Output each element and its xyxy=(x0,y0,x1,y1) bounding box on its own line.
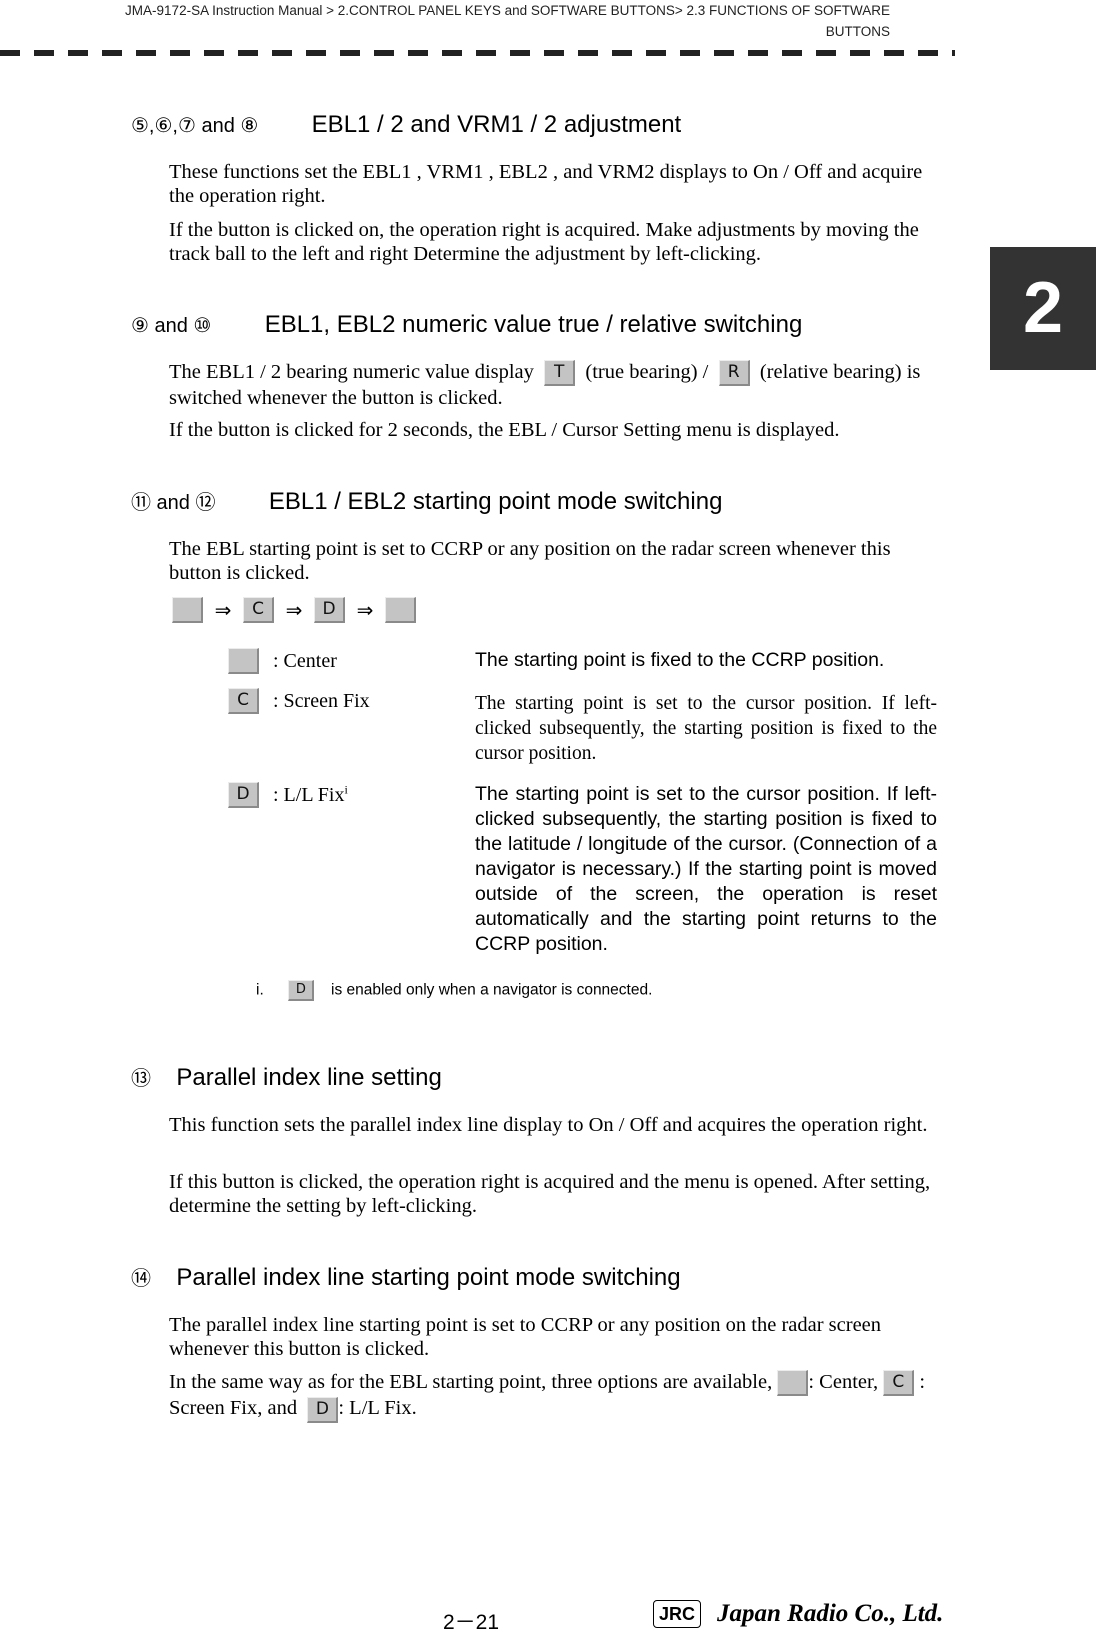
company-logo: JRC Japan Radio Co., Ltd. xyxy=(653,1600,943,1628)
footnote: i. D is enabled only when a navigator is… xyxy=(256,980,652,1001)
footnote-mark: i xyxy=(344,782,348,797)
text: (true bearing) / xyxy=(585,361,709,383)
section-heading-parallel-index-starting-point: ⑭ Parallel index line starting point mod… xyxy=(131,1263,681,1294)
paragraph: If the button is clicked on, the operati… xyxy=(169,219,919,265)
section-numbers: ⑤,⑥,⑦ and ⑧ xyxy=(131,115,259,137)
screen-fix-mode-button[interactable]: C xyxy=(883,1370,915,1397)
option-label-text: : L/L Fix xyxy=(273,784,345,807)
header-breadcrumb-continued: BUTTONS xyxy=(825,24,890,39)
section-numbers: ⑨ and ⑩ xyxy=(131,315,212,337)
text: In the same way as for the EBL starting … xyxy=(169,1371,773,1393)
center-mode-button[interactable] xyxy=(777,1370,809,1397)
arrow-icon: ⇒ xyxy=(356,597,374,622)
screen-fix-mode-button[interactable]: C xyxy=(228,688,259,714)
ll-fix-mode-button[interactable]: D xyxy=(288,980,315,1001)
text: : L/L Fix. xyxy=(338,1397,417,1420)
option-label: : Screen Fix xyxy=(273,689,370,712)
text: The EBL1 / 2 bearing numeric value displ… xyxy=(169,361,534,383)
section-numbers: ⑭ xyxy=(131,1268,151,1290)
section-numbers: ⑪ and ⑫ xyxy=(131,492,216,514)
option-description: The starting point is fixed to the CCRP … xyxy=(475,649,885,671)
section-numbers: ⑬ xyxy=(131,1068,151,1090)
arrow-icon: ⇒ xyxy=(214,597,232,622)
chapter-tab: 2 xyxy=(990,247,1096,370)
paragraph: If the button is clicked for 2 seconds, … xyxy=(169,419,840,441)
option-label: : L/L Fixi xyxy=(273,782,348,807)
page-number: 2－21 xyxy=(443,1611,500,1634)
section-title: EBL1 / 2 and VRM1 / 2 adjustment xyxy=(311,111,682,138)
paragraph: The EBL1 / 2 bearing numeric value displ… xyxy=(169,360,944,410)
center-mode-button[interactable] xyxy=(385,596,416,623)
true-bearing-button[interactable]: T xyxy=(544,360,576,387)
screen-fix-mode-button[interactable]: C xyxy=(243,596,274,623)
section-heading-starting-point-mode: ⑪ and ⑫ EBL1 / EBL2 starting point mode … xyxy=(131,487,722,518)
paragraph: This function sets the parallel index li… xyxy=(169,1114,928,1136)
section-heading-true-relative-switching: ⑨ and ⑩ EBL1, EBL2 numeric value true / … xyxy=(131,310,802,341)
arrow-icon: ⇒ xyxy=(285,597,303,622)
option-center: : Center xyxy=(228,648,337,674)
paragraph: If this button is clicked, the operation… xyxy=(169,1171,931,1217)
footnote-marker: i. xyxy=(256,981,264,999)
option-description: The starting point is set to the cursor … xyxy=(475,693,937,764)
running-header: JMA-9172-SA Instruction Manual > 2.CONTR… xyxy=(0,0,890,42)
center-mode-button[interactable] xyxy=(172,596,203,623)
footnote-text: is enabled only when a navigator is conn… xyxy=(331,981,653,999)
section-title: EBL1, EBL2 numeric value true / relative… xyxy=(264,311,803,338)
section-title: EBL1 / EBL2 starting point mode switchin… xyxy=(268,488,723,515)
section-title: Parallel index line starting point mode … xyxy=(176,1264,681,1291)
relative-bearing-button[interactable]: R xyxy=(718,360,750,387)
jrc-logo-mark: JRC xyxy=(653,1600,702,1628)
ll-fix-mode-button[interactable]: D xyxy=(307,1396,339,1423)
option-screen-fix: C : Screen Fix xyxy=(228,688,370,714)
option-description: The starting point is set to the cursor … xyxy=(475,783,937,955)
text: : Center, xyxy=(808,1371,879,1393)
option-label: : Center xyxy=(273,649,337,672)
center-mode-button[interactable] xyxy=(228,648,259,674)
header-dashed-divider xyxy=(0,50,955,56)
option-ll-fix: D : L/L Fixi xyxy=(228,782,348,808)
header-breadcrumb: JMA-9172-SA Instruction Manual > 2.CONTR… xyxy=(125,3,890,18)
section-heading-ebl-vrm-adjustment: ⑤,⑥,⑦ and ⑧ EBL1 / 2 and VRM1 / 2 adjust… xyxy=(131,110,681,141)
section-title: Parallel index line setting xyxy=(176,1064,442,1091)
paragraph: The parallel index line starting point i… xyxy=(169,1314,882,1360)
company-name: Japan Radio Co., Ltd. xyxy=(717,1600,944,1627)
ll-fix-mode-button[interactable]: D xyxy=(228,782,259,808)
ll-fix-mode-button[interactable]: D xyxy=(314,596,345,623)
mode-sequence: ⇒ C ⇒ D ⇒ xyxy=(172,596,416,623)
paragraph: The EBL starting point is set to CCRP or… xyxy=(169,538,891,584)
paragraph: In the same way as for the EBL starting … xyxy=(169,1370,944,1423)
paragraph: These functions set the EBL1 , VRM1 , EB… xyxy=(169,161,923,207)
section-heading-parallel-index-line-setting: ⑬ Parallel index line setting xyxy=(131,1063,442,1094)
